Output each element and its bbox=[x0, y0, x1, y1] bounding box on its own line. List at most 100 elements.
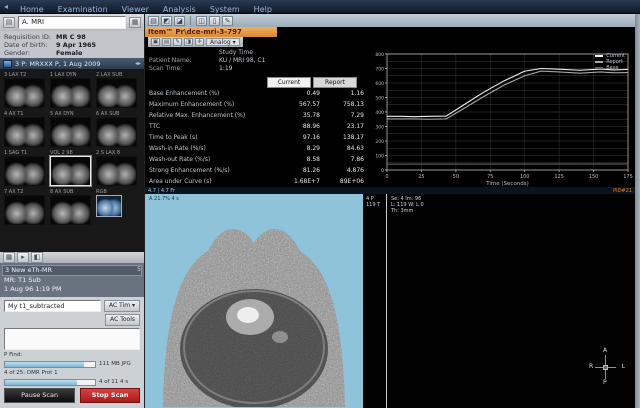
clipboard-icon[interactable]: ▯ bbox=[209, 16, 220, 26]
thumbnail-image bbox=[96, 195, 122, 217]
svg-text:500: 500 bbox=[375, 95, 384, 101]
thumbnail-item-color[interactable]: RGB bbox=[96, 189, 137, 225]
series-selector[interactable]: 3 P: MRXXX P, 1 Aug 2009 ◂▸ bbox=[0, 58, 144, 69]
table-row: Wash-in Rate (%/s)8.2984.63 bbox=[149, 143, 368, 154]
viewport-splitter[interactable] bbox=[386, 194, 387, 408]
ac-time-combo[interactable]: AC Tim ▾ bbox=[104, 300, 140, 312]
ac-tools-button[interactable]: AC Tools bbox=[105, 314, 140, 326]
study-title-row: Item™ Pr\dce-mri-3-797 bbox=[145, 27, 635, 37]
preset-input[interactable]: My t1_subtracted bbox=[4, 300, 101, 312]
report-info-value: 1:19 bbox=[219, 65, 232, 73]
thumbnail-item[interactable]: 5 AX DYN bbox=[50, 111, 91, 147]
thumbnail-item[interactable]: VOL 2 98 bbox=[50, 150, 91, 186]
analysis-toolbar: ▣▤✎◨✛Analog ▾ bbox=[145, 37, 635, 47]
crosshair-icon[interactable]: ✛ bbox=[195, 38, 204, 46]
save-icon[interactable]: ▣ bbox=[151, 38, 160, 46]
menu-item-examination[interactable]: Examination bbox=[51, 5, 115, 14]
analysis-mode-dropdown[interactable]: Analog ▾ bbox=[206, 38, 240, 46]
thumbnail-image bbox=[4, 156, 45, 186]
sidebar-toolbar: ▦▸◧ bbox=[0, 252, 144, 263]
table-column-report[interactable]: Report bbox=[313, 77, 357, 88]
report-value: 4.876 bbox=[324, 167, 368, 174]
overlay-line: Th: 3mm bbox=[391, 208, 424, 214]
pid-label: PID#21 bbox=[613, 188, 632, 194]
tag-icon[interactable]: ◧ bbox=[31, 252, 43, 263]
pencil-icon[interactable]: ✎ bbox=[222, 16, 233, 26]
browse-patients-icon[interactable]: ▦ bbox=[129, 17, 141, 28]
menu-bar: ◂ HomeExaminationViewerAnalysisSystemHel… bbox=[0, 0, 640, 14]
result-listbox[interactable] bbox=[4, 328, 140, 350]
svg-text:400: 400 bbox=[375, 110, 384, 116]
svg-text:100: 100 bbox=[375, 153, 384, 159]
import-icon[interactable]: ◩ bbox=[161, 16, 172, 26]
thumbnail-image bbox=[50, 195, 91, 225]
menu-item-analysis[interactable]: Analysis bbox=[156, 5, 203, 14]
report-value: 7.86 bbox=[324, 156, 368, 163]
thumbnail-item[interactable]: 6 AX SUB bbox=[96, 111, 137, 147]
mr-image-viewport[interactable]: A 21.7% 4 s bbox=[145, 194, 363, 408]
thumbnail-item[interactable]: 2 S LAX 8 bbox=[96, 150, 137, 186]
svg-text:0: 0 bbox=[385, 174, 388, 180]
svg-text:125: 125 bbox=[554, 174, 564, 180]
svg-text:600: 600 bbox=[375, 81, 384, 87]
report-heading: Study Time bbox=[219, 49, 368, 57]
progress1-bar bbox=[4, 361, 96, 368]
table-row: TTC88.9623.17 bbox=[149, 121, 368, 132]
patient-field-label: Gender: bbox=[4, 49, 56, 57]
thumbnail-item[interactable]: 1 SAG T1 bbox=[4, 150, 45, 186]
menu-item-help[interactable]: Help bbox=[247, 5, 279, 14]
menu-item-system[interactable]: System bbox=[203, 5, 247, 14]
export-icon[interactable]: ◪ bbox=[174, 16, 185, 26]
selected-study-title[interactable]: Item™ Pr\dce-mri-3-797 bbox=[145, 27, 277, 37]
orientation-posterior: P bbox=[603, 380, 607, 386]
selected-series-info[interactable]: 3 New eTh-MRMR: T1 Sub1 Aug 96 1:19 PM 5 bbox=[0, 263, 144, 297]
table-row: Base Enhancement (%)0.491.16 bbox=[149, 88, 368, 99]
current-value: 35.78 bbox=[280, 112, 324, 119]
report-icon[interactable]: ▤ bbox=[162, 38, 171, 46]
current-value: 88.96 bbox=[280, 123, 324, 130]
legend-label: Base bbox=[606, 65, 618, 71]
secondary-viewport[interactable]: 4 P119 T Se: 4 Im: 96L: 119 W: L 0Th: 3m… bbox=[363, 194, 635, 408]
patient-info-row: Gender:Female bbox=[4, 49, 140, 57]
patient-search-input[interactable]: A. MRI bbox=[18, 16, 126, 29]
pause-scan-button[interactable]: Pause Scan bbox=[4, 388, 75, 403]
report-value: 1.16 bbox=[324, 90, 368, 97]
thumbnail-item[interactable]: 8 AX SUB bbox=[50, 189, 91, 225]
parameter-label: Base Enhancement (%) bbox=[149, 90, 280, 97]
play-icon[interactable]: ▸ bbox=[17, 252, 29, 263]
thumbnail-item[interactable]: 4 AX T1 bbox=[4, 111, 45, 147]
window-scrollbar[interactable] bbox=[635, 14, 640, 408]
thumbnail-item[interactable]: 2 LAX SUB bbox=[96, 72, 137, 108]
layout-icon[interactable]: ◫ bbox=[196, 16, 207, 26]
menu-item-viewer[interactable]: Viewer bbox=[115, 5, 156, 14]
legend-swatch bbox=[595, 55, 603, 57]
patient-field-label: Requisition ID: bbox=[4, 33, 56, 41]
series-scroll-arrows[interactable]: ◂▸ bbox=[135, 60, 141, 67]
thumbnail-item[interactable]: 3 LAX T2 bbox=[4, 72, 45, 108]
contrast-icon[interactable]: ◨ bbox=[184, 38, 193, 46]
progress2-status: 4 of 11 4 s bbox=[99, 379, 128, 385]
table-row: Time to Peak (s)97.16138.17 bbox=[149, 132, 368, 143]
current-value: 8.29 bbox=[280, 145, 324, 152]
parameter-label: TTC bbox=[149, 123, 280, 130]
edit-icon[interactable]: ✎ bbox=[173, 38, 182, 46]
menu-item-home[interactable]: Home bbox=[13, 5, 51, 14]
thumbnail-image bbox=[96, 156, 137, 186]
thumbnail-item[interactable]: 1 LAX DYN bbox=[50, 72, 91, 108]
folder-open-icon[interactable]: ▤ bbox=[148, 16, 159, 26]
thumbnail-image bbox=[4, 195, 45, 225]
lower-panels: A 21.7% 4 s bbox=[145, 194, 635, 408]
parameter-label: Wash-out Rate (%/s) bbox=[149, 156, 280, 163]
svg-text:25: 25 bbox=[418, 174, 424, 180]
table-row: Area under Curve (s)1.68E+789E+06 bbox=[149, 176, 368, 187]
grid-icon[interactable]: ▦ bbox=[3, 252, 15, 263]
stop-scan-button[interactable]: Stop Scan bbox=[80, 388, 140, 403]
progress2-bar bbox=[4, 379, 96, 386]
app-icon: ◂ bbox=[4, 2, 8, 12]
current-value: 0.49 bbox=[280, 90, 324, 97]
thumbnail-item[interactable]: 7 AX T2 bbox=[4, 189, 45, 225]
legend-swatch bbox=[595, 61, 603, 63]
legend-entry: Base bbox=[595, 65, 625, 71]
series-info-line: 1 Aug 96 1:19 PM bbox=[4, 285, 140, 294]
table-column-current[interactable]: Current bbox=[267, 77, 311, 88]
